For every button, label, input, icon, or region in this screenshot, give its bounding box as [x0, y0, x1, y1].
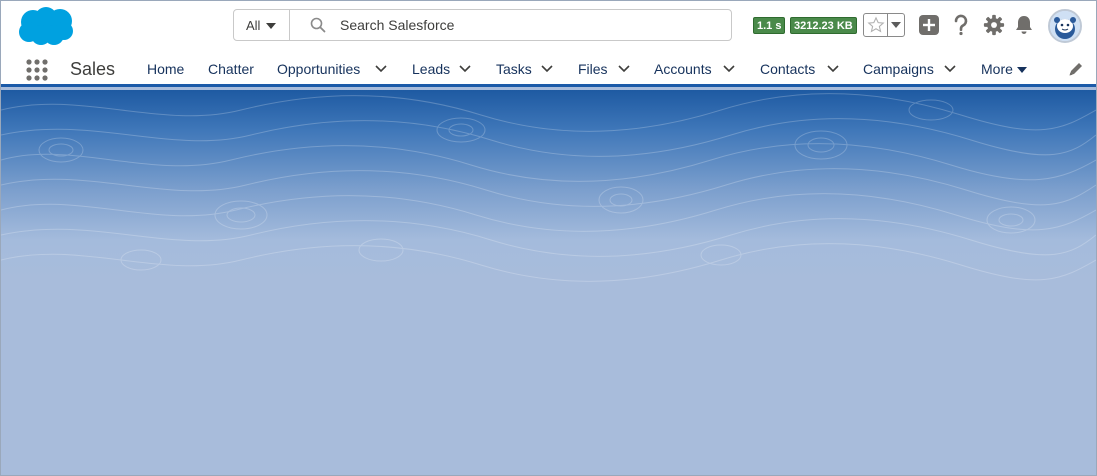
global-actions-button[interactable] [917, 13, 941, 37]
bell-icon [1016, 16, 1032, 34]
nav-item-leads[interactable]: Leads [412, 61, 450, 77]
page-background [1, 90, 1096, 475]
waffle-icon [26, 59, 48, 81]
edit-nav-button[interactable] [1067, 60, 1085, 78]
nav-item-home[interactable]: Home [147, 61, 184, 77]
app-launcher-button[interactable] [26, 59, 48, 81]
search-icon [310, 17, 326, 33]
favorites-group [863, 13, 905, 37]
user-avatar[interactable] [1048, 9, 1082, 43]
chevron-down-icon[interactable] [374, 63, 388, 75]
help-icon [954, 14, 968, 36]
nav-more-label: More [981, 61, 1013, 77]
salesforce-logo[interactable] [16, 5, 76, 47]
caret-down-icon [891, 22, 901, 28]
star-icon [866, 16, 885, 33]
nav-item-files[interactable]: Files [578, 61, 608, 77]
global-search: All [233, 9, 732, 41]
pencil-icon [1069, 63, 1082, 76]
nav-item-tasks[interactable]: Tasks [496, 61, 532, 77]
add-icon [919, 15, 939, 35]
app-nav-bar: Sales Home Chatter Opportunities Leads T… [1, 49, 1096, 87]
nav-more-button[interactable]: More [981, 61, 1027, 77]
search-input[interactable] [340, 17, 720, 33]
size-badge: 3212.23 KB [790, 17, 857, 34]
global-header: All 1.1 s 3212.23 KB [1, 1, 1096, 49]
search-scope-label: All [246, 17, 261, 33]
chevron-down-icon[interactable] [458, 63, 472, 75]
gear-icon [983, 14, 1005, 36]
nav-item-opportunities[interactable]: Opportunities [277, 61, 360, 77]
help-button[interactable] [949, 13, 973, 37]
timing-badge: 1.1 s [753, 17, 786, 34]
astro-avatar-icon [1050, 11, 1080, 41]
nav-item-campaigns[interactable]: Campaigns [863, 61, 934, 77]
chevron-down-icon[interactable] [722, 63, 736, 75]
favorite-button[interactable] [864, 14, 888, 36]
search-scope-dropdown[interactable]: All [234, 10, 290, 40]
chevron-down-icon[interactable] [826, 63, 840, 75]
notifications-button[interactable] [1012, 13, 1036, 37]
nav-item-contacts[interactable]: Contacts [760, 61, 815, 77]
caret-down-icon [266, 23, 277, 29]
chevron-down-icon[interactable] [943, 63, 957, 75]
nav-item-chatter[interactable]: Chatter [208, 61, 254, 77]
favorites-list-button[interactable] [888, 14, 904, 36]
chevron-down-icon[interactable] [540, 63, 554, 75]
app-name: Sales [70, 59, 116, 79]
chevron-down-icon[interactable] [617, 63, 631, 75]
topographic-pattern [1, 93, 1096, 282]
nav-item-accounts[interactable]: Accounts [654, 61, 712, 77]
caret-down-icon [1016, 66, 1027, 73]
setup-button[interactable] [982, 13, 1006, 37]
